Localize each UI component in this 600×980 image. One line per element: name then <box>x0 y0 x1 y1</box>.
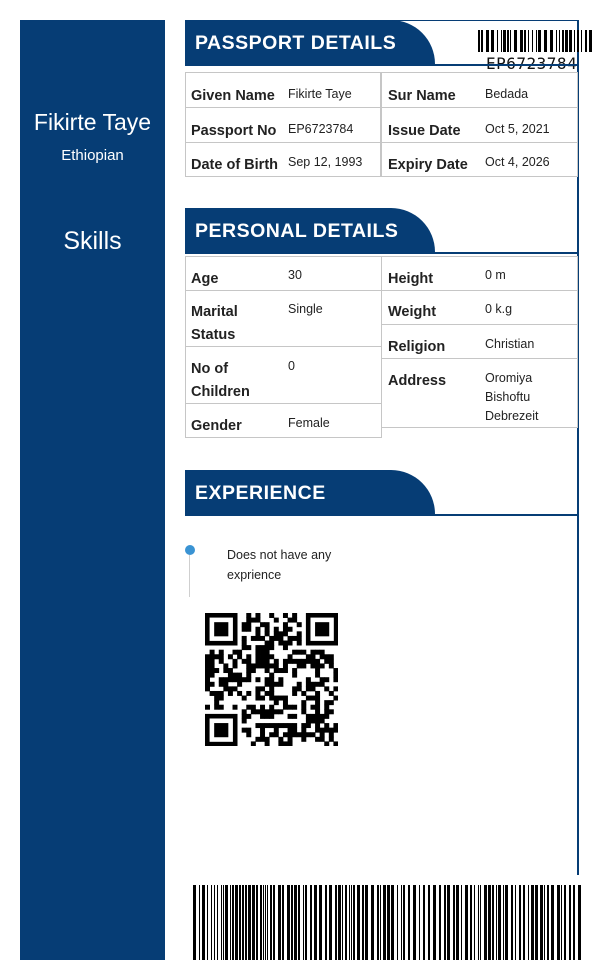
religion-value: Christian <box>485 337 535 351</box>
address-line2: Bishoftu <box>485 390 531 404</box>
section-divider <box>185 252 579 254</box>
marital-label-line2: Status <box>191 327 236 343</box>
experience-text: Does not have any exprience <box>227 545 387 585</box>
skills-heading: Skills <box>63 227 122 255</box>
height-value: 0 m <box>485 268 506 282</box>
passport-barcode <box>478 30 592 52</box>
bottom-barcode <box>193 885 581 960</box>
given-name-value: Fikirte Taye <box>288 87 352 101</box>
given-name-label: Given Name <box>191 88 275 104</box>
gender-value: Female <box>288 416 330 430</box>
address-label: Address <box>388 373 447 389</box>
marital-value: Single <box>288 302 323 316</box>
surname-value: Bedada <box>485 87 529 101</box>
surname-label: Sur Name <box>388 88 456 104</box>
address-line3: Debrezeit <box>485 409 539 423</box>
timeline-dot <box>185 545 195 555</box>
passport-no-label: Passport No <box>191 123 277 139</box>
nationality: Ethiopian <box>61 147 124 164</box>
section-divider <box>185 64 579 66</box>
issue-date-label: Issue Date <box>388 123 461 139</box>
children-value: 0 <box>288 359 295 373</box>
section-divider <box>185 514 579 516</box>
dob-label: Date of Birth <box>191 157 278 173</box>
age-value: 30 <box>288 268 302 282</box>
passport-no-value: EP6723784 <box>288 122 354 136</box>
issue-date-value: Oct 5, 2021 <box>485 122 550 136</box>
children-label-line2: Children <box>191 384 250 400</box>
dob-value: Sep 12, 1993 <box>288 155 363 169</box>
full-name: Fikirte Taye <box>33 109 152 135</box>
experience-text-line1: Does not have any <box>227 548 332 562</box>
timeline-line <box>189 555 190 597</box>
experience-section-title: EXPERIENCE <box>185 470 435 514</box>
qr-code <box>205 613 338 746</box>
weight-value: 0 k.g <box>485 302 513 316</box>
expiry-date-value: Oct 4, 2026 <box>485 155 550 169</box>
address-cell <box>381 358 578 428</box>
address-line1: Oromiya <box>485 371 533 385</box>
height-label: Height <box>388 271 434 287</box>
passport-section-title: PASSPORT DETAILS <box>185 20 435 64</box>
sidebar: Fikirte Taye Ethiopian Skills <box>20 20 165 960</box>
marital-label-line1: Marital <box>191 304 238 320</box>
age-label: Age <box>191 271 219 287</box>
weight-label: Weight <box>388 304 437 320</box>
experience-text-line2: exprience <box>227 568 282 582</box>
personal-section-title: PERSONAL DETAILS <box>185 208 435 252</box>
religion-label: Religion <box>388 339 446 355</box>
expiry-date-label: Expiry Date <box>388 157 468 173</box>
children-label-line1: No of <box>191 361 229 377</box>
gender-label: Gender <box>191 418 242 434</box>
